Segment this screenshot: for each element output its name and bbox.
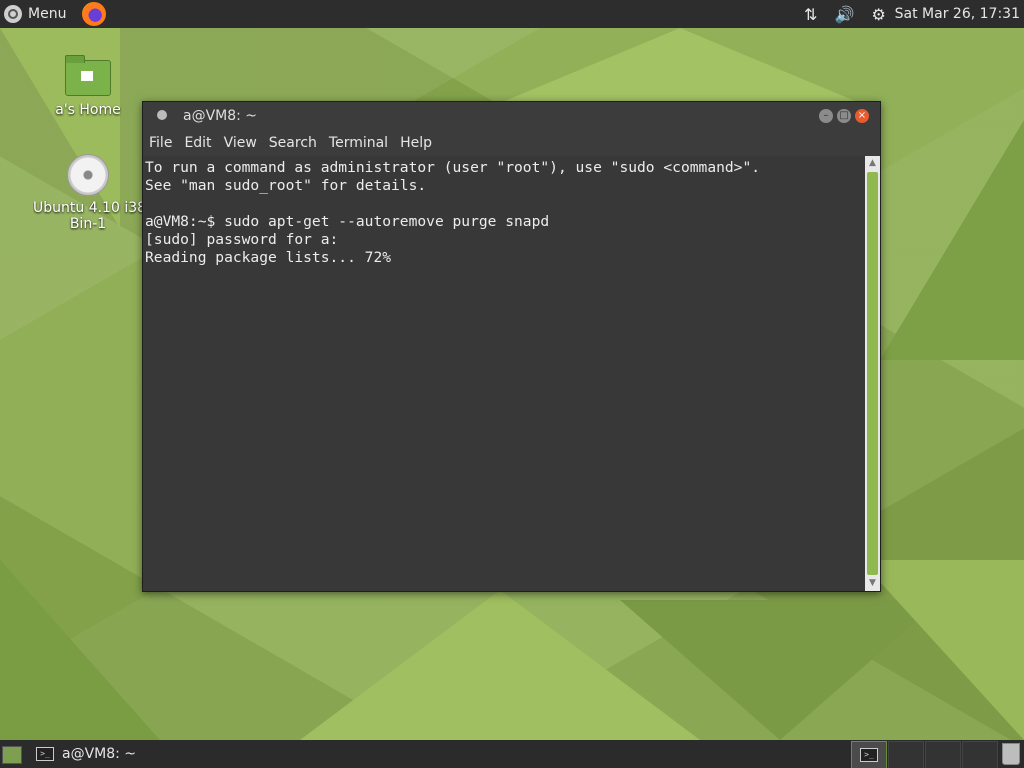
terminal-output-area[interactable]: To run a command as administrator (user …	[143, 156, 865, 591]
terminal-icon: >_	[36, 747, 54, 761]
ubuntu-logo-icon	[4, 5, 22, 23]
menu-search[interactable]: Search	[263, 135, 323, 151]
desktop-background: Menu ⇅ 🔊 ⚙ Sat Mar 26, 17:31 a's Home Ub…	[0, 0, 1024, 768]
show-desktop-button[interactable]	[2, 746, 22, 764]
taskbar-terminal-button[interactable]: >_ a@VM8: ~	[30, 742, 236, 766]
menu-help[interactable]: Help	[394, 135, 438, 151]
wallpaper-triangle	[0, 560, 160, 740]
menu-file[interactable]: File	[143, 135, 178, 151]
cd-disc-icon	[67, 154, 109, 196]
firefox-icon[interactable]	[82, 2, 106, 26]
system-tray: ⇅ 🔊 ⚙ Sat Mar 26, 17:31	[801, 0, 1024, 28]
taskbar-terminal-label: a@VM8: ~	[62, 746, 137, 762]
menu-label: Menu	[28, 6, 67, 22]
workspace-4-button[interactable]	[962, 741, 998, 768]
close-button[interactable]: ×	[855, 109, 869, 123]
workspace-3-button[interactable]	[925, 741, 961, 768]
bottom-panel: >_ a@VM8: ~ >_	[0, 740, 1024, 768]
menu-edit[interactable]: Edit	[178, 135, 217, 151]
minimize-button[interactable]: –	[819, 109, 833, 123]
scrollbar-thumb[interactable]	[867, 172, 878, 575]
cd-disc-label: Ubuntu 4.10 i386	[33, 200, 143, 216]
terminal-window: a@VM8: ~ – □ × File Edit View Search Ter…	[142, 101, 881, 592]
top-panel: Menu ⇅ 🔊 ⚙ Sat Mar 26, 17:31	[0, 0, 1024, 28]
wallpaper-triangle	[500, 28, 860, 103]
home-folder-icon	[65, 55, 111, 96]
clock[interactable]: Sat Mar 26, 17:31	[895, 6, 1020, 22]
window-title: a@VM8: ~	[183, 108, 258, 124]
workspace-1-button[interactable]: >_	[851, 741, 887, 768]
wallpaper-triangle	[880, 120, 1024, 360]
volume-icon[interactable]: 🔊	[835, 4, 855, 24]
maximize-button[interactable]: □	[837, 109, 851, 123]
menu-button[interactable]: Menu	[4, 0, 66, 28]
terminal-scrollbar[interactable]: ▲ ▼	[865, 156, 880, 591]
trash-icon[interactable]	[1002, 743, 1020, 765]
menu-view[interactable]: View	[218, 135, 263, 151]
terminal-output: To run a command as administrator (user …	[145, 159, 761, 266]
terminal-menubar: File Edit View Search Terminal Help	[143, 130, 880, 156]
scroll-up-arrow-icon[interactable]: ▲	[865, 156, 880, 171]
terminal-icon: >_	[860, 748, 878, 762]
scroll-down-arrow-icon[interactable]: ▼	[865, 576, 880, 591]
menu-terminal[interactable]: Terminal	[323, 135, 394, 151]
workspace-2-button[interactable]	[888, 741, 924, 768]
home-folder-label: a's Home	[55, 102, 121, 118]
cd-disc-label-line2: Bin-1	[69, 216, 107, 232]
network-icon[interactable]: ⇅	[801, 4, 821, 24]
home-folder-shortcut[interactable]: a's Home	[33, 55, 143, 118]
cd-disc-shortcut[interactable]: Ubuntu 4.10 i386 Bin-1	[33, 154, 143, 232]
window-titlebar[interactable]: a@VM8: ~ – □ ×	[143, 102, 880, 130]
window-menu-icon[interactable]	[157, 110, 167, 120]
wallpaper-triangle	[860, 560, 1024, 740]
settings-gear-icon[interactable]: ⚙	[869, 4, 889, 24]
